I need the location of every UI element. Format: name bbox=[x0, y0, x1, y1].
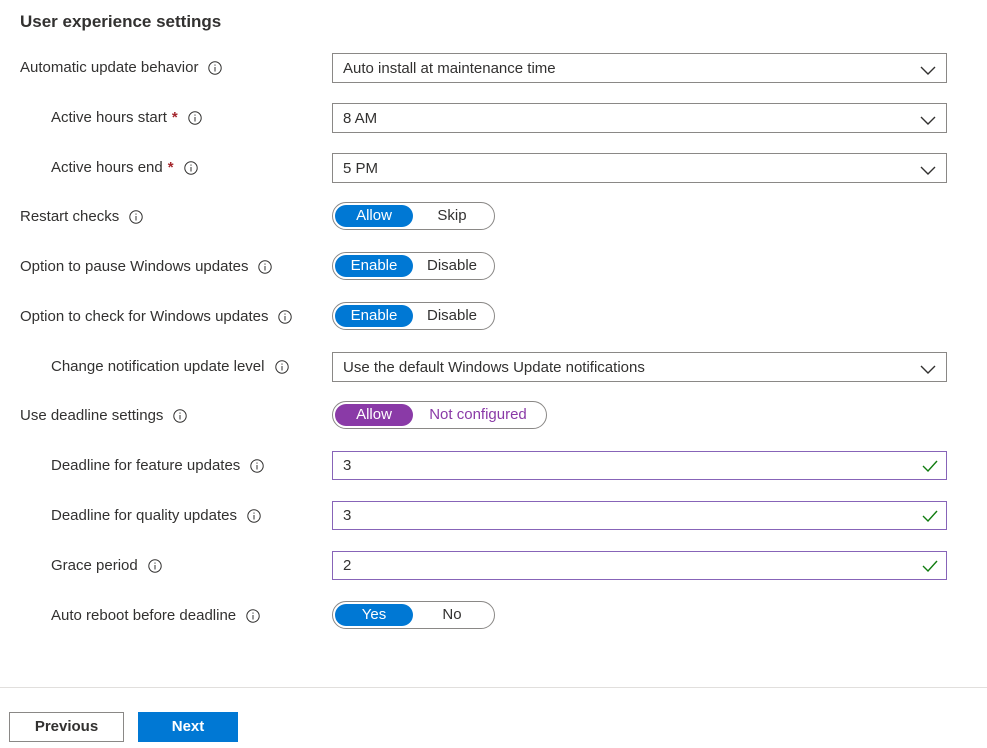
notification-level-value: Use the default Windows Update notificat… bbox=[343, 359, 645, 376]
deadline-quality-input[interactable]: 3 bbox=[332, 501, 947, 530]
pause-updates-disable-option[interactable]: Disable bbox=[413, 255, 491, 277]
info-icon[interactable] bbox=[250, 458, 264, 473]
restart-checks-label: Restart checks bbox=[20, 208, 120, 225]
row-pause-windows-updates: Option to pause Windows updates Enable D… bbox=[0, 252, 987, 282]
row-deadline-quality-updates: Deadline for quality updates 3 bbox=[0, 501, 987, 531]
chevron-down-icon bbox=[920, 63, 936, 81]
restart-checks-allow-option[interactable]: Allow bbox=[335, 205, 413, 227]
grace-period-label: Grace period bbox=[51, 557, 138, 574]
row-grace-period: Grace period 2 bbox=[0, 551, 987, 581]
row-notification-update-level: Change notification update level Use the… bbox=[0, 352, 987, 382]
restart-checks-skip-option[interactable]: Skip bbox=[413, 205, 491, 227]
check-updates-enable-option[interactable]: Enable bbox=[335, 305, 413, 327]
deadline-settings-label: Use deadline settings bbox=[20, 407, 164, 424]
notification-level-dropdown[interactable]: Use the default Windows Update notificat… bbox=[332, 352, 947, 382]
active-hours-start-label: Active hours start bbox=[51, 109, 167, 126]
section-title: User experience settings bbox=[20, 12, 222, 31]
deadline-settings-allow-option[interactable]: Allow bbox=[335, 404, 413, 426]
row-automatic-update-behavior: Automatic update behavior Auto install a… bbox=[0, 53, 987, 83]
auto-reboot-toggle[interactable]: Yes No bbox=[332, 601, 495, 629]
active-hours-start-dropdown[interactable]: 8 AM bbox=[332, 103, 947, 133]
chevron-down-icon bbox=[920, 113, 936, 131]
deadline-settings-not-configured-option[interactable]: Not configured bbox=[413, 404, 543, 426]
next-button[interactable]: Next bbox=[138, 712, 238, 742]
info-icon[interactable] bbox=[258, 259, 273, 274]
user-experience-settings-page: User experience settings Automatic updat… bbox=[0, 0, 987, 748]
auto-reboot-label: Auto reboot before deadline bbox=[51, 607, 237, 624]
check-updates-disable-option[interactable]: Disable bbox=[413, 305, 491, 327]
deadline-feature-label: Deadline for feature updates bbox=[51, 457, 241, 474]
check-updates-label: Option to check for Windows updates bbox=[20, 308, 269, 325]
deadline-feature-value: 3 bbox=[343, 457, 352, 474]
info-icon[interactable] bbox=[274, 359, 289, 374]
pause-updates-enable-option[interactable]: Enable bbox=[335, 255, 413, 277]
info-icon[interactable] bbox=[148, 558, 162, 573]
deadline-quality-value: 3 bbox=[343, 507, 352, 524]
notification-level-label: Change notification update level bbox=[51, 358, 265, 375]
info-icon[interactable] bbox=[173, 408, 188, 423]
deadline-quality-label: Deadline for quality updates bbox=[51, 507, 237, 524]
row-deadline-feature-updates: Deadline for feature updates 3 bbox=[0, 451, 987, 481]
info-icon[interactable] bbox=[208, 60, 223, 75]
auto-update-dropdown[interactable]: Auto install at maintenance time bbox=[332, 53, 947, 83]
auto-update-value: Auto install at maintenance time bbox=[343, 60, 556, 77]
checkmark-icon bbox=[922, 559, 938, 577]
grace-period-value: 2 bbox=[343, 557, 352, 574]
active-hours-end-dropdown[interactable]: 5 PM bbox=[332, 153, 947, 183]
checkmark-icon bbox=[922, 509, 938, 527]
info-icon[interactable] bbox=[246, 608, 260, 623]
info-icon[interactable] bbox=[129, 209, 143, 224]
info-icon[interactable] bbox=[188, 110, 202, 125]
deadline-settings-toggle[interactable]: Allow Not configured bbox=[332, 401, 547, 429]
active-hours-end-label: Active hours end bbox=[51, 159, 163, 176]
check-updates-toggle[interactable]: Enable Disable bbox=[332, 302, 495, 330]
chevron-down-icon bbox=[920, 163, 936, 181]
footer-divider bbox=[0, 687, 987, 688]
active-hours-end-value: 5 PM bbox=[343, 160, 379, 177]
row-check-windows-updates: Option to check for Windows updates Enab… bbox=[0, 302, 987, 332]
required-marker: * bbox=[167, 159, 174, 176]
auto-update-label: Automatic update behavior bbox=[20, 59, 199, 76]
pause-updates-label: Option to pause Windows updates bbox=[20, 258, 249, 275]
auto-reboot-no-option[interactable]: No bbox=[413, 604, 491, 626]
row-restart-checks: Restart checks Allow Skip bbox=[0, 202, 987, 232]
row-auto-reboot-before-deadline: Auto reboot before deadline Yes No bbox=[0, 601, 987, 631]
info-icon[interactable] bbox=[247, 508, 261, 523]
active-hours-start-value: 8 AM bbox=[343, 110, 378, 127]
previous-button[interactable]: Previous bbox=[9, 712, 124, 742]
row-active-hours-end: Active hours end * 5 PM bbox=[0, 153, 987, 183]
row-use-deadline-settings: Use deadline settings Allow Not configur… bbox=[0, 401, 987, 431]
required-marker: * bbox=[171, 109, 178, 126]
deadline-feature-input[interactable]: 3 bbox=[332, 451, 947, 480]
row-active-hours-start: Active hours start * 8 AM bbox=[0, 103, 987, 133]
restart-checks-toggle[interactable]: Allow Skip bbox=[332, 202, 495, 230]
pause-updates-toggle[interactable]: Enable Disable bbox=[332, 252, 495, 280]
checkmark-icon bbox=[922, 459, 938, 477]
chevron-down-icon bbox=[920, 362, 936, 380]
auto-reboot-yes-option[interactable]: Yes bbox=[335, 604, 413, 626]
info-icon[interactable] bbox=[278, 309, 293, 324]
grace-period-input[interactable]: 2 bbox=[332, 551, 947, 580]
info-icon[interactable] bbox=[183, 160, 198, 175]
